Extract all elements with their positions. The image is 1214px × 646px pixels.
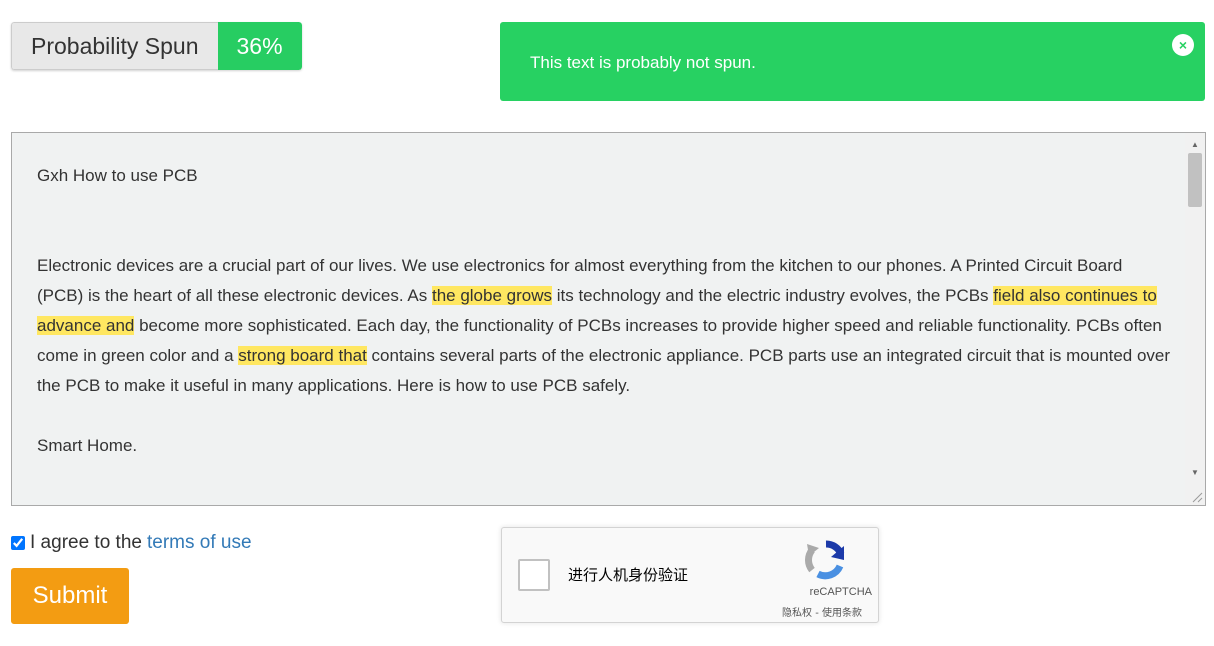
terms-of-use-link[interactable]: terms of use <box>147 532 252 554</box>
resize-grip-icon[interactable] <box>1189 489 1203 503</box>
scroll-thumb[interactable] <box>1188 153 1202 207</box>
close-icon[interactable]: × <box>1172 34 1194 56</box>
article-text: Gxh How to use PCB Electronic devices ar… <box>37 161 1172 461</box>
probability-label: Probability Spun <box>11 22 218 70</box>
spun-highlight: the globe grows <box>431 286 552 305</box>
scroll-up-arrow-icon[interactable]: ▲ <box>1185 135 1205 153</box>
probability-value: 36% <box>217 22 302 70</box>
recaptcha-widget: 进行人机身份验证 reCAPTCHA 隐私权 - 使用条款 <box>501 527 879 623</box>
article-last-line: Smart Home. <box>37 436 138 455</box>
spun-highlight: strong board that <box>238 346 367 365</box>
scroll-down-arrow-icon[interactable]: ▼ <box>1185 463 1205 481</box>
alert-message: This text is probably not spun. <box>530 53 756 72</box>
agree-label: I agree to the <box>30 532 142 553</box>
probability-badge: Probability Spun 36% <box>11 22 302 70</box>
submit-button[interactable]: Submit <box>11 568 129 624</box>
recaptcha-logo-icon <box>805 540 845 580</box>
recaptcha-label: 进行人机身份验证 <box>568 566 689 584</box>
article-title: Gxh How to use PCB <box>37 166 198 185</box>
result-alert: This text is probably not spun. × <box>500 22 1205 101</box>
agree-checkbox[interactable] <box>11 536 25 550</box>
vertical-scrollbar[interactable]: ▲ ▼ <box>1185 133 1205 505</box>
article-textarea[interactable]: Gxh How to use PCB Electronic devices ar… <box>11 132 1206 506</box>
recaptcha-checkbox[interactable] <box>518 559 550 591</box>
recaptcha-brand: reCAPTCHA <box>809 586 872 598</box>
article-paragraph: Electronic devices are a crucial part of… <box>37 251 1172 401</box>
recaptcha-privacy-terms-links[interactable]: 隐私权 - 使用条款 <box>782 604 862 619</box>
agree-terms: I agree to the terms of use <box>11 532 252 554</box>
paragraph-text: its technology and the electric industry… <box>552 286 994 305</box>
